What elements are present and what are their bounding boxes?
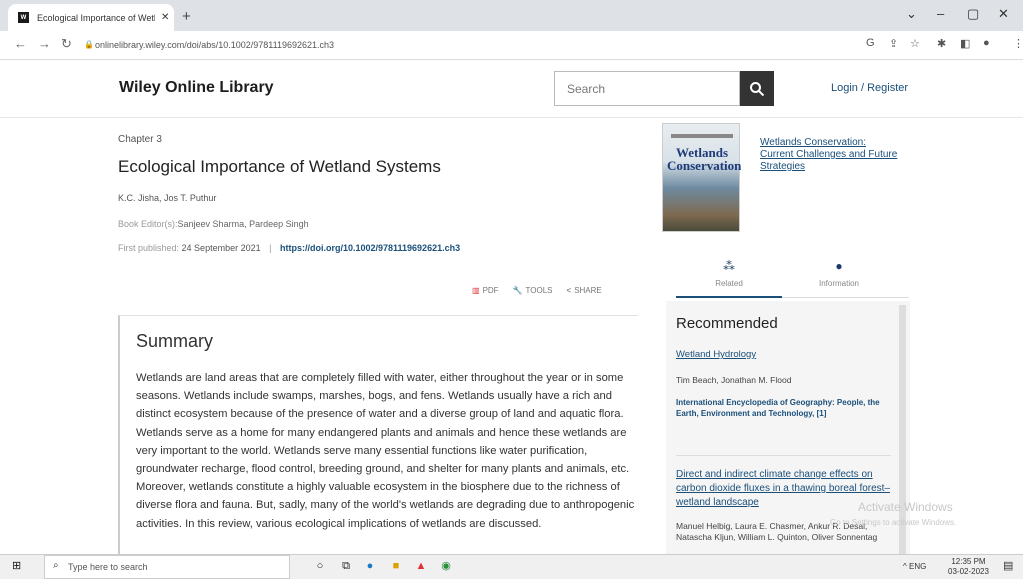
bookmark-star-icon[interactable]: ☆	[910, 37, 920, 50]
sidepanel-icon[interactable]: ◧	[960, 37, 970, 50]
extensions-icon[interactable]: ✱	[937, 37, 946, 50]
share-button[interactable]: < SHARE	[567, 286, 602, 295]
task-view-icon[interactable]: ⧉	[338, 558, 354, 574]
notification-icon[interactable]: ▤	[1003, 559, 1013, 572]
tab-related[interactable]: ⁂ Related	[676, 252, 782, 298]
editors-link[interactable]: Sanjeev Sharma, Pardeep Singh	[178, 219, 309, 229]
doi-link[interactable]: https://doi.org/10.1002/9781119692621.ch…	[280, 243, 460, 253]
share-label: SHARE	[574, 286, 602, 295]
back-arrow-icon[interactable]: ←	[14, 36, 27, 51]
activate-windows-watermark: Activate Windows	[858, 500, 953, 514]
article-tools: ▥ PDF 🔧 TOOLS < SHARE	[472, 286, 602, 295]
related-icon: ⁂	[723, 259, 735, 273]
windows-start-icon[interactable]: ⊞	[12, 559, 21, 572]
search-input[interactable]: Search	[554, 71, 740, 106]
chrome-icon[interactable]: ◉	[438, 558, 454, 574]
tab-related-label: Related	[715, 279, 743, 288]
activate-windows-subtext: Go to Settings to activate Windows.	[830, 518, 957, 527]
search-button[interactable]	[740, 71, 774, 106]
summary-text: Wetlands are land areas that are complet…	[136, 372, 635, 530]
pdf-button[interactable]: ▥ PDF	[472, 286, 499, 295]
clock-date: 03-02-2023	[948, 567, 989, 576]
info-icon: ●	[835, 259, 843, 273]
site-logo[interactable]: Wiley Online Library	[119, 79, 274, 97]
wrench-icon: 🔧	[512, 286, 523, 295]
address-bar[interactable]: onlinelibrary.wiley.com/doi/abs/10.1002/…	[95, 40, 334, 50]
edge-icon[interactable]: ●	[362, 558, 378, 574]
published-label: First published:	[118, 243, 180, 253]
recommended-panel	[666, 301, 910, 555]
system-tray[interactable]: ^ ENG	[903, 562, 926, 571]
book-editors: Book Editor(s):Sanjeev Sharma, Pardeep S…	[118, 219, 309, 229]
tab-close-icon[interactable]: ✕	[161, 12, 169, 23]
wiley-favicon-icon: W	[18, 12, 29, 23]
chapter-label: Chapter 3	[118, 134, 162, 145]
search-icon	[750, 81, 765, 96]
file-explorer-icon[interactable]: ■	[388, 558, 404, 574]
close-window-button[interactable]: ✕	[998, 6, 1009, 22]
share-icon[interactable]: ⇪	[889, 37, 898, 50]
cover-title: Wetlands Conservation	[667, 145, 742, 173]
pdf-label: PDF	[482, 286, 499, 295]
tab-search-icon[interactable]: ⌄	[906, 6, 917, 22]
reload-icon[interactable]: ↻	[61, 36, 72, 52]
menu-kebab-icon[interactable]: ⋮	[1013, 37, 1023, 50]
recommended-item-source[interactable]: International Encyclopedia of Geography:…	[676, 397, 891, 419]
tools-label: TOOLS	[525, 286, 553, 295]
clock-time: 12:35 PM	[951, 557, 986, 566]
summary-heading: Summary	[136, 331, 214, 351]
new-tab-button[interactable]: +	[182, 8, 191, 25]
taskbar-clock[interactable]: 12:35 PM 03-02-2023	[948, 557, 989, 577]
cover-band	[671, 134, 733, 138]
minimize-button[interactable]: –	[937, 6, 944, 21]
tab-title: Ecological Importance of Wetlan	[37, 12, 155, 23]
book-title-link[interactable]: Wetlands Conservation: Current Challenge…	[760, 137, 900, 173]
taskbar-search-placeholder: Type here to search	[68, 562, 148, 572]
book-cover-image[interactable]: Wetlands Conservation	[662, 123, 742, 232]
pdf-icon: ▥	[472, 286, 480, 295]
divider	[676, 455, 891, 456]
forward-arrow-icon[interactable]: →	[38, 36, 51, 51]
cortana-icon[interactable]: ○	[312, 558, 328, 574]
profile-avatar-icon[interactable]: ●	[983, 37, 990, 49]
acrobat-icon[interactable]: ▲	[413, 558, 429, 574]
tab-information[interactable]: ● Information	[786, 252, 892, 298]
tab-information-label: Information	[818, 279, 860, 288]
lock-icon[interactable]: 🔒	[84, 40, 94, 49]
google-icon[interactable]: G	[866, 37, 875, 49]
recommended-item-authors: Tim Beach, Jonathan M. Flood	[676, 375, 792, 385]
maximize-button[interactable]: ▢	[967, 6, 979, 22]
recommended-heading: Recommended	[676, 315, 778, 332]
authors-link[interactable]: K.C. Jisha, Jos T. Puthur	[118, 193, 216, 203]
login-register-link[interactable]: Login / Register	[831, 82, 908, 94]
share-icon: <	[566, 286, 572, 295]
page-title: Ecological Importance of Wetland Systems	[118, 157, 441, 176]
browser-tab[interactable]: W Ecological Importance of Wetlan ✕	[8, 4, 174, 31]
tools-button[interactable]: 🔧 TOOLS	[513, 286, 553, 295]
publication-info: First published: 24 September 2021 | htt…	[118, 243, 460, 253]
search-icon: ⌕	[53, 560, 59, 571]
separator: |	[269, 243, 272, 253]
editors-label: Book Editor(s):	[118, 219, 178, 229]
recommended-item-title[interactable]: Wetland Hydrology	[676, 349, 756, 360]
published-date: 24 September 2021	[181, 243, 261, 253]
taskbar-search-input[interactable]: ⌕ Type here to search	[44, 555, 290, 579]
